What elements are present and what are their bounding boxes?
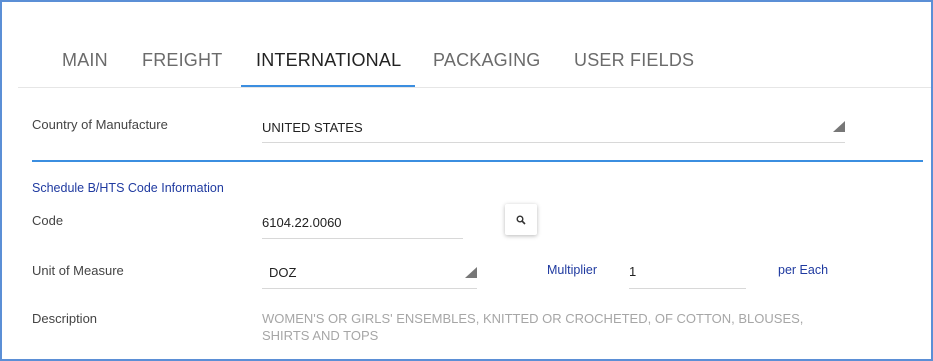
hts-section-title: Schedule B/HTS Code Information (32, 181, 224, 195)
unit-of-measure-select[interactable]: DOZ (269, 265, 296, 280)
country-field-underline (262, 142, 845, 143)
tab-main[interactable]: MAIN (62, 50, 108, 71)
per-each-label: per Each (778, 263, 829, 277)
multiplier-label: Multiplier (547, 263, 598, 277)
code-input[interactable]: 6104.22.0060 (262, 215, 342, 230)
uom-dropdown-caret-icon[interactable] (465, 267, 477, 278)
multiplier-input[interactable]: 1 (629, 264, 636, 279)
code-search-button[interactable] (505, 204, 537, 235)
code-label: Code (32, 213, 64, 228)
multiplier-field-underline (629, 288, 746, 289)
country-of-manufacture-select[interactable]: UNITED STATES (262, 120, 363, 135)
description-value: WOMEN'S OR GIRLS' ENSEMBLES, KNITTED OR … (262, 311, 804, 343)
tabs-divider (18, 87, 931, 88)
description-label: Description (32, 311, 98, 326)
dropdown-caret-icon[interactable] (833, 121, 845, 132)
item-details-panel: MAIN FREIGHT INTERNATIONAL PACKAGING USE… (0, 0, 933, 361)
tab-freight[interactable]: FREIGHT (142, 50, 222, 71)
search-icon (516, 215, 526, 225)
section-divider (32, 160, 923, 162)
code-field-underline (262, 238, 463, 239)
tab-user-fields[interactable]: USER FIELDS (574, 50, 694, 71)
tab-bar: MAIN FREIGHT INTERNATIONAL PACKAGING USE… (2, 2, 931, 90)
unit-of-measure-label: Unit of Measure (32, 263, 124, 278)
tab-packaging[interactable]: PACKAGING (433, 50, 541, 71)
uom-field-underline (262, 288, 477, 289)
tab-international[interactable]: INTERNATIONAL (256, 50, 401, 71)
country-of-manufacture-label: Country of Manufacture (32, 117, 168, 132)
